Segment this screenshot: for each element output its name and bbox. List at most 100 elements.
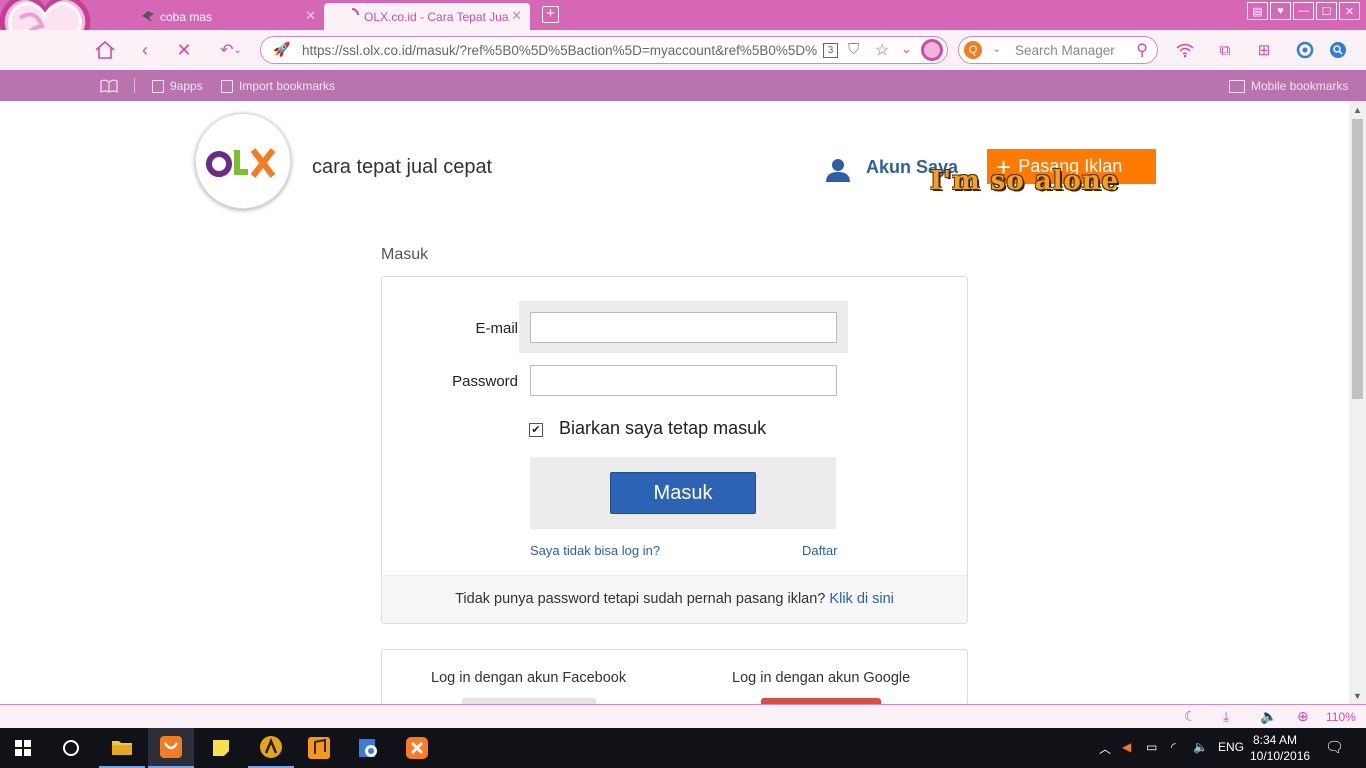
network-icon[interactable]: ◜ bbox=[1171, 740, 1176, 754]
user-search-icon[interactable] bbox=[1326, 38, 1350, 62]
book-icon[interactable] bbox=[100, 79, 118, 93]
undo-close-icon[interactable]: ↶ ⌄ bbox=[214, 38, 248, 62]
zoom-level[interactable]: 110% bbox=[1326, 710, 1356, 724]
screenshot-icon[interactable]: ⧉ bbox=[1213, 38, 1237, 62]
password-field[interactable] bbox=[530, 365, 837, 396]
login-form: E-mail Password ✔ Biarkan saya tetap mas… bbox=[381, 276, 968, 624]
click-here-link[interactable]: Klik di sini bbox=[829, 591, 893, 607]
import-icon bbox=[221, 79, 233, 93]
card-footer: Tidak punya password tetapi sudah pernah… bbox=[382, 575, 967, 623]
notification-icon[interactable]: 🗨 bbox=[1325, 738, 1344, 756]
cortana-icon[interactable] bbox=[48, 728, 94, 768]
browser-tab-bar: coba mas ✕ OLX.co.id - Cara Tepat Jua ✕ … bbox=[0, 0, 1366, 80]
zoom-icon[interactable]: ⊕ bbox=[1297, 708, 1309, 725]
scrollbar[interactable]: ▲ ▼ bbox=[1349, 101, 1366, 704]
star-icon[interactable]: ☆ bbox=[875, 40, 889, 60]
back-icon[interactable]: ‹ bbox=[133, 38, 157, 62]
user-icon[interactable] bbox=[824, 156, 852, 184]
search-input[interactable]: Search Manager bbox=[1015, 43, 1115, 58]
tab-coba-mas[interactable]: coba mas ✕ bbox=[130, 3, 324, 30]
setup-app-icon[interactable] bbox=[345, 728, 391, 768]
remember-checkbox[interactable]: ✔ bbox=[529, 423, 543, 437]
file-explorer-icon[interactable] bbox=[99, 728, 145, 768]
email-label: E-mail bbox=[475, 320, 518, 337]
tagline: cara tepat jual cepat bbox=[312, 156, 493, 178]
home-icon[interactable] bbox=[93, 38, 117, 62]
browser-toolbar: ‹ ✕ ↶ ⌄ 🚀 https://ssl.olx.co.id/masuk/?re… bbox=[0, 30, 1366, 70]
divider bbox=[134, 78, 135, 93]
apps-grid-icon[interactable]: ⊞ bbox=[1252, 38, 1276, 62]
scrollbar-thumb[interactable] bbox=[1352, 119, 1363, 399]
bookmark-label: Mobile bookmarks bbox=[1251, 79, 1349, 93]
sync-icon[interactable] bbox=[1293, 38, 1317, 62]
submit-area: Masuk bbox=[530, 457, 836, 529]
download-icon[interactable]: ⤓ bbox=[1223, 708, 1229, 725]
scroll-down-icon[interactable]: ▼ bbox=[1353, 691, 1362, 701]
scroll-up-icon[interactable]: ▲ bbox=[1353, 105, 1362, 115]
wifi-icon[interactable] bbox=[1173, 38, 1197, 62]
music-app-icon[interactable] bbox=[296, 728, 342, 768]
bookmark-import[interactable]: Import bookmarks bbox=[221, 79, 335, 93]
login-button[interactable]: Masuk bbox=[610, 472, 756, 514]
url-text[interactable]: https://ssl.olx.co.id/masuk/?ref%5B0%5D%… bbox=[302, 43, 822, 58]
language-indicator[interactable]: ENG bbox=[1218, 740, 1244, 754]
bookmark-9apps[interactable]: 9apps bbox=[152, 79, 203, 93]
bookmark-label: 9apps bbox=[170, 79, 203, 93]
clock-date: 10/10/2016 bbox=[1250, 749, 1311, 763]
register-link[interactable]: Daftar bbox=[802, 543, 837, 558]
sticky-notes-icon[interactable] bbox=[198, 728, 244, 768]
night-mode-icon[interactable]: ☾ bbox=[1184, 708, 1197, 725]
uc-browser-icon[interactable] bbox=[148, 728, 194, 768]
remember-label[interactable]: Biarkan saya tetap masuk bbox=[559, 418, 766, 439]
xampp-icon[interactable] bbox=[394, 728, 440, 768]
olx-logo[interactable] bbox=[195, 113, 291, 209]
address-bar[interactable]: 🚀 https://ssl.olx.co.id/masuk/?ref%5B0%5… bbox=[260, 36, 948, 64]
mute-icon[interactable]: 🔈 bbox=[1260, 708, 1277, 725]
search-box[interactable]: Q ⌄ Search Manager ⚲ bbox=[958, 36, 1158, 64]
window-controls: ▤ ♥ — ☐ ✕ bbox=[1247, 2, 1360, 20]
minimize-button[interactable]: — bbox=[1293, 2, 1314, 20]
chevron-up-icon[interactable]: ︿ bbox=[1099, 740, 1111, 757]
refresh-icon[interactable] bbox=[921, 39, 943, 61]
bird-favicon-icon bbox=[142, 11, 154, 22]
speaker-app-icon[interactable]: ◀ bbox=[1122, 740, 1131, 754]
maximize-button[interactable]: ☐ bbox=[1316, 2, 1337, 20]
new-tab-button[interactable]: + bbox=[542, 6, 559, 23]
volume-icon[interactable]: 🔈 bbox=[1193, 740, 1208, 754]
bookmark-label: Import bookmarks bbox=[239, 79, 336, 93]
clock-time: 8:34 AM bbox=[1252, 733, 1298, 747]
overlay-text: I'm so alone bbox=[930, 166, 1120, 196]
close-window-button[interactable]: ✕ bbox=[1339, 2, 1360, 20]
skin-icon[interactable]: ♥ bbox=[1270, 2, 1291, 20]
clock[interactable]: 8:34 AM 10/10/2016 bbox=[1250, 732, 1311, 764]
search-icon[interactable]: ⚲ bbox=[1136, 40, 1148, 60]
mobile-icon bbox=[1229, 79, 1245, 93]
email-field[interactable] bbox=[530, 312, 837, 343]
password-label: Password bbox=[452, 373, 518, 390]
tab-close-icon[interactable]: ✕ bbox=[511, 8, 522, 24]
page-content: cara tepat jual cepat Akun Saya + Pasang… bbox=[0, 101, 1349, 704]
tab-label: coba mas bbox=[160, 9, 213, 24]
footer-text: Tidak punya password tetapi sudah pernah… bbox=[455, 591, 826, 607]
chevron-down-icon[interactable]: ⌄ bbox=[992, 42, 1001, 55]
tab-count-icon[interactable]: 3 bbox=[823, 43, 838, 58]
page-title: Masuk bbox=[381, 246, 429, 263]
bookmark-mobile[interactable]: Mobile bookmarks bbox=[1229, 79, 1348, 93]
loading-spinner-icon bbox=[351, 8, 359, 16]
tab-list-icon[interactable]: ▤ bbox=[1247, 2, 1268, 20]
stop-loading-icon[interactable]: ✕ bbox=[172, 38, 196, 62]
tab-close-icon[interactable]: ✕ bbox=[305, 8, 316, 24]
shield-icon[interactable]: ⛉ bbox=[848, 41, 859, 58]
tab-olx[interactable]: OLX.co.id - Cara Tepat Jua ✕ bbox=[324, 3, 530, 30]
search-engine-icon[interactable]: Q bbox=[964, 41, 982, 59]
olx-logo-icon bbox=[206, 148, 276, 178]
battery-icon[interactable]: ▭ bbox=[1146, 740, 1157, 754]
app-a-icon[interactable] bbox=[248, 728, 294, 768]
google-login-label: Log in dengan akun Google bbox=[732, 670, 911, 686]
rocket-icon: 🚀 bbox=[273, 41, 291, 57]
facebook-login-label: Log in dengan akun Facebook bbox=[431, 670, 627, 686]
social-login: Log in dengan akun Facebook Log in denga… bbox=[381, 649, 968, 704]
chevron-down-icon[interactable]: ⌄ bbox=[901, 41, 912, 57]
windows-start-icon[interactable] bbox=[0, 728, 46, 768]
forgot-login-link[interactable]: Saya tidak bisa log in? bbox=[530, 543, 660, 558]
